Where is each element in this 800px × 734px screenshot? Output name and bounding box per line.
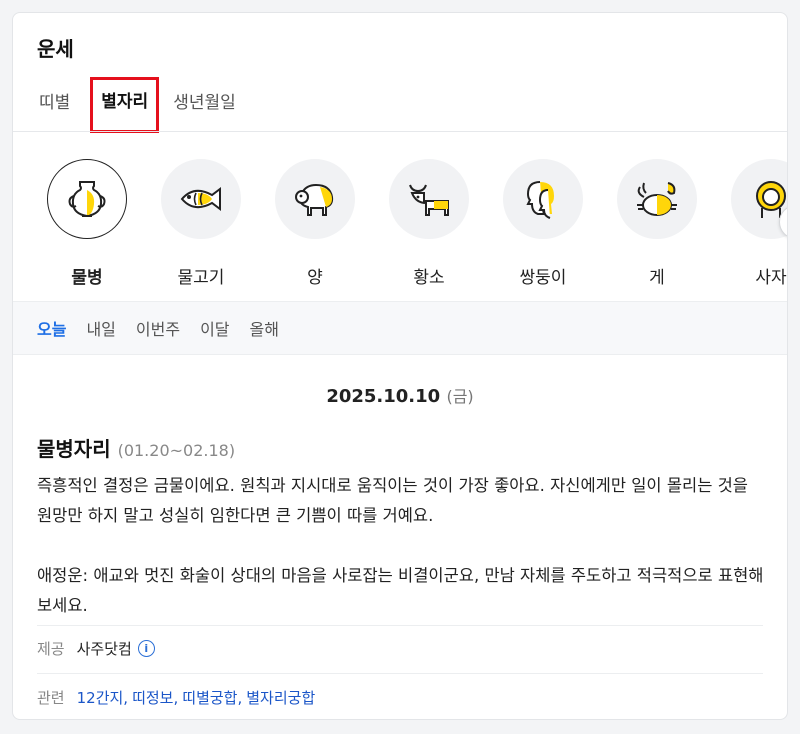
zodiac-label: 게 [649, 268, 665, 288]
related-row: 관련 12간지, 띠정보, 띠별궁합, 별자리궁합 [37, 687, 316, 708]
related-link-12-zodiac[interactable]: 12간지 [77, 687, 124, 708]
related-link-zodiac-compat[interactable]: 띠별궁합 [182, 687, 237, 708]
zodiac-label: 쌍둥이 [519, 268, 567, 288]
tabs-divider [13, 131, 787, 132]
source-row: 제공 사주닷컴 i [37, 638, 155, 659]
zodiac-gemini[interactable]: 쌍둥이 [503, 159, 583, 288]
tab-birthdate[interactable]: 생년월일 [171, 85, 238, 129]
fortune-card: 운세 띠별 별자리 생년월일 물병 물고기 양 황소 쌍둥이 게 사자 오늘 내… [12, 12, 788, 720]
period-today[interactable]: 오늘 [37, 316, 66, 340]
date-weekday: (금) [446, 387, 474, 406]
divider [37, 625, 763, 626]
cancer-crab-icon [637, 182, 677, 216]
fortune-paragraph: 즉흥적인 결정은 금물이에요. 원칙과 지시대로 움직이는 것이 가장 좋아요.… [37, 476, 748, 525]
source-label: 제공 [37, 640, 65, 658]
zodiac-carousel: 물병 물고기 양 황소 쌍둥이 게 사자 [47, 159, 787, 299]
zodiac-aries[interactable]: 양 [275, 159, 355, 288]
sign-name: 물병자리 [37, 437, 111, 461]
zodiac-pisces[interactable]: 물고기 [161, 159, 241, 288]
related-link-constellation-compat[interactable]: 별자리궁합 [246, 687, 315, 708]
aries-ram-icon [295, 183, 334, 216]
related-label: 관련 [37, 689, 65, 707]
zodiac-label: 황소 [413, 268, 445, 288]
period-tomorrow[interactable]: 내일 [86, 316, 115, 340]
sign-date-range: (01.20~02.18) [117, 441, 236, 460]
gemini-twins-icon [526, 181, 554, 219]
zodiac-label: 사자 [755, 268, 787, 288]
sign-heading: 물병자리 (01.20~02.18) [37, 433, 235, 462]
divider [37, 673, 763, 674]
tab-zodiac-animal[interactable]: 띠별 [37, 85, 72, 129]
fortune-date: 2025.10.10 (금) [13, 383, 787, 407]
zodiac-aquarius[interactable]: 물병 [47, 159, 127, 288]
period-this-week[interactable]: 이번주 [136, 316, 180, 340]
zodiac-label: 양 [307, 268, 323, 288]
taurus-bull-icon [409, 184, 449, 216]
love-fortune-paragraph: 애정운: 애교와 멋진 화술이 상대의 마음을 사로잡는 비결이군요, 만남 자… [37, 566, 764, 615]
fortune-tabs: 띠별 별자리 생년월일 [37, 77, 256, 133]
period-this-month[interactable]: 이달 [200, 316, 229, 340]
period-tabs: 오늘 내일 이번주 이달 올해 [13, 301, 787, 355]
pisces-fish-icon [180, 187, 221, 211]
aquarius-vase-icon [68, 181, 106, 218]
info-icon[interactable]: i [137, 640, 155, 657]
zodiac-taurus[interactable]: 황소 [389, 159, 469, 288]
zodiac-label: 물병 [71, 268, 103, 288]
date-value: 2025.10.10 [326, 386, 441, 407]
related-link-zodiac-info[interactable]: 띠정보 [132, 687, 173, 708]
zodiac-cancer[interactable]: 게 [617, 159, 697, 288]
fortune-text: 즉흥적인 결정은 금물이에요. 원칙과 지시대로 움직이는 것이 가장 좋아요.… [37, 471, 767, 651]
source-value: 사주닷컴 [76, 640, 132, 658]
period-this-year[interactable]: 올해 [250, 316, 279, 340]
tab-constellation[interactable]: 별자리 [90, 77, 160, 133]
card-title: 운세 [37, 37, 74, 61]
zodiac-label: 물고기 [177, 268, 225, 288]
